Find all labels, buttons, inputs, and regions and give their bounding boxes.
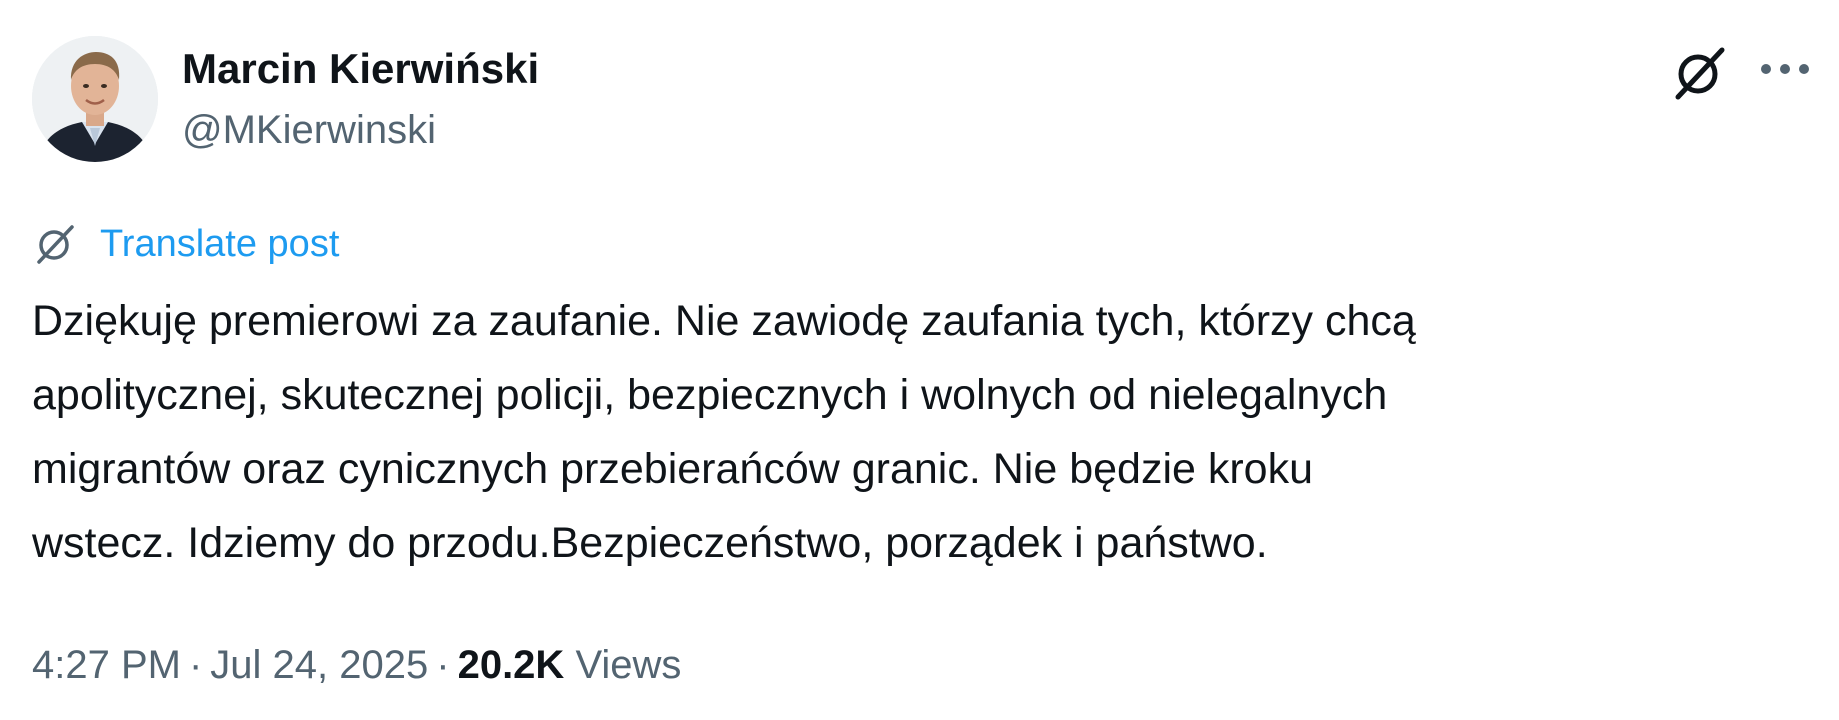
author-handle[interactable]: @MKierwinski [182,106,436,154]
translate-post-button[interactable]: Translate post [32,218,339,270]
tweet-text: Dziękuję premierowi za zaufanie. Nie zaw… [32,284,1822,580]
translate-post-label: Translate post [100,223,340,265]
grok-icon[interactable] [1668,42,1730,104]
author-display-name[interactable]: Marcin Kierwiński [182,44,539,94]
tweet-text-line: wstecz. Idziemy do przodu.Bezpieczeństwo… [32,519,1268,567]
tweet-text-line: apolitycznej, skutecznej policji, bezpie… [32,371,1388,419]
views-label[interactable]: Views [575,643,681,687]
views-count[interactable]: 20.2K [458,643,565,687]
separator: · [436,643,450,687]
tweet-time[interactable]: 4:27 PM [32,643,181,687]
tweet-text-line: Dziękuję premierowi za zaufanie. Nie zaw… [32,297,1416,345]
more-options-icon[interactable] [1758,52,1812,86]
tweet-card: Marcin Kierwiński @MKierwinski Translate… [0,0,1839,720]
tweet-metadata: 4:27 PM · Jul 24, 2025 · 20.2K Views [32,640,681,690]
tweet-date[interactable]: Jul 24, 2025 [210,643,428,687]
grok-slash-icon [32,221,78,267]
separator: · [188,643,203,687]
avatar-image [32,36,158,162]
tweet-text-line: migrantów oraz cynicznych przebierańców … [32,445,1314,493]
avatar[interactable] [32,36,158,162]
